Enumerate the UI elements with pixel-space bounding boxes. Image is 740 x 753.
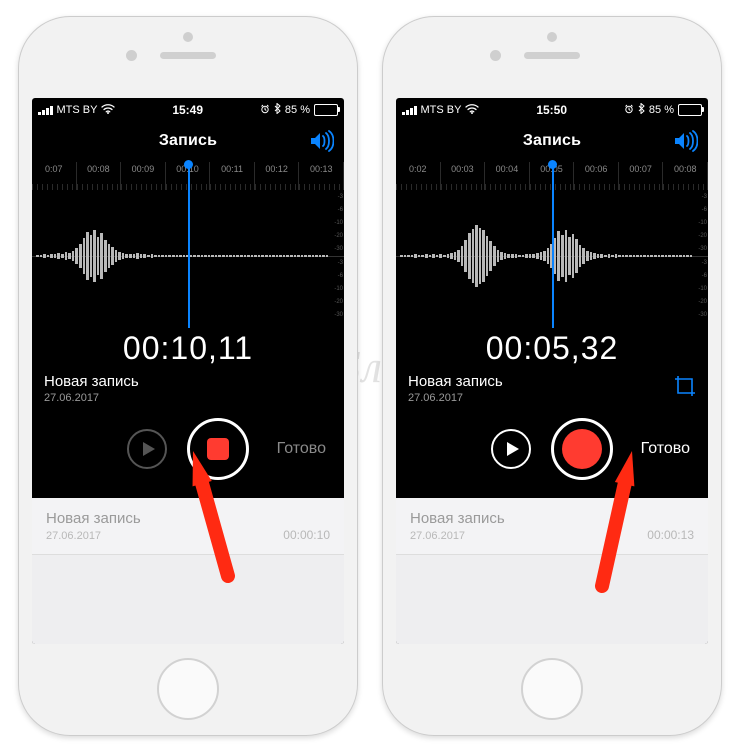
carrier-label: MTS BY <box>421 104 462 116</box>
screen: MTS BY 15:49 85 % Запись 0:0700:0800:09 0… <box>32 98 344 644</box>
list-item-duration: 00:00:10 <box>283 510 330 542</box>
playhead[interactable] <box>552 162 554 328</box>
recording-title: Новая запись <box>44 373 139 390</box>
record-indicator-icon <box>562 429 602 469</box>
nav-bar: Запись <box>32 120 344 162</box>
list-item[interactable]: Новая запись 27.06.2017 00:00:10 <box>32 498 344 555</box>
home-button[interactable] <box>521 658 583 720</box>
wifi-icon <box>101 104 115 117</box>
front-camera <box>490 50 501 61</box>
recording-meta: Новая запись 27.06.2017 <box>396 373 708 410</box>
ruler-tick: 00:09 <box>121 162 166 190</box>
statusbar-time: 15:49 <box>172 103 203 117</box>
elapsed-timer: 00:10,11 <box>32 322 344 373</box>
screen: MTS BY 15:50 85 % Запись 0:0200:0300:04 0… <box>396 98 708 644</box>
crop-icon[interactable] <box>674 375 696 402</box>
status-bar: MTS BY 15:50 85 % <box>396 98 708 120</box>
elapsed-timer: 00:05,32 <box>396 322 708 373</box>
statusbar-time: 15:50 <box>536 103 567 117</box>
list-item-date: 27.06.2017 <box>410 530 505 542</box>
controls-row: Готово <box>396 410 708 498</box>
wifi-icon <box>465 104 479 117</box>
battery-pct: 85 % <box>285 104 310 116</box>
waveform <box>32 212 332 300</box>
phone-frame: MTS BY 15:49 85 % Запись 0:0700:0800:09 0… <box>18 16 358 736</box>
record-button[interactable] <box>551 418 613 480</box>
battery-pct: 85 % <box>649 104 674 116</box>
play-button[interactable] <box>491 429 531 469</box>
controls-row: Готово <box>32 410 344 498</box>
list-item-title: Новая запись <box>410 510 505 527</box>
playhead[interactable] <box>188 162 190 328</box>
recordings-list: Новая запись 27.06.2017 00:00:10 <box>32 498 344 644</box>
speaker-output-icon[interactable] <box>308 130 334 157</box>
ruler-tick: 00:06 <box>574 162 619 190</box>
ruler-tick: 00:04 <box>485 162 530 190</box>
record-button[interactable] <box>187 418 249 480</box>
battery-icon <box>314 104 338 116</box>
nav-bar: Запись <box>396 120 708 162</box>
ruler-tick: 00:08 <box>77 162 122 190</box>
front-camera <box>126 50 137 61</box>
alarm-icon <box>260 104 270 117</box>
done-button[interactable]: Готово <box>641 440 690 458</box>
home-button[interactable] <box>157 658 219 720</box>
ruler-tick: 0:02 <box>396 162 441 190</box>
ruler-tick: 00:07 <box>619 162 664 190</box>
nav-title: Запись <box>523 132 581 150</box>
status-bar: MTS BY 15:49 85 % <box>32 98 344 120</box>
waveform-area[interactable]: -3-6-10-20-30-3-6-10-20-30 <box>32 190 344 322</box>
speaker-output-icon[interactable] <box>672 130 698 157</box>
bluetooth-icon <box>274 103 281 117</box>
ruler-tick: 0:07 <box>32 162 77 190</box>
done-button: Готово <box>277 440 326 458</box>
recording-title: Новая запись <box>408 373 503 390</box>
recording-date: 27.06.2017 <box>408 392 503 404</box>
waveform-area[interactable]: -3-6-10-20-30-3-6-10-20-30 <box>396 190 708 322</box>
ruler-tick: 00:08 <box>663 162 708 190</box>
phone-frame: MTS BY 15:50 85 % Запись 0:0200:0300:04 0… <box>382 16 722 736</box>
play-button <box>127 429 167 469</box>
ruler-tick: 00:03 <box>441 162 486 190</box>
recordings-list: Новая запись 27.06.2017 00:00:13 <box>396 498 708 644</box>
recording-date: 27.06.2017 <box>44 392 139 404</box>
db-scale: -3-6-10-20-30-3-6-10-20-30 <box>328 190 344 322</box>
alarm-icon <box>624 104 634 117</box>
waveform <box>396 212 696 300</box>
bluetooth-icon <box>638 103 645 117</box>
battery-icon <box>678 104 702 116</box>
signal-icon <box>38 106 53 115</box>
earpiece-speaker <box>160 52 216 59</box>
list-item-duration: 00:00:13 <box>647 510 694 542</box>
ruler-tick: 00:12 <box>255 162 300 190</box>
db-scale: -3-6-10-20-30-3-6-10-20-30 <box>692 190 708 322</box>
signal-icon <box>402 106 417 115</box>
recording-meta: Новая запись 27.06.2017 <box>32 373 344 410</box>
list-item[interactable]: Новая запись 27.06.2017 00:00:13 <box>396 498 708 555</box>
list-item-date: 27.06.2017 <box>46 530 141 542</box>
list-item-title: Новая запись <box>46 510 141 527</box>
proximity-sensor <box>547 32 557 42</box>
record-indicator-icon <box>207 438 229 460</box>
earpiece-speaker <box>524 52 580 59</box>
carrier-label: MTS BY <box>57 104 98 116</box>
ruler-tick: 00:11 <box>210 162 255 190</box>
nav-title: Запись <box>159 132 217 150</box>
proximity-sensor <box>183 32 193 42</box>
ruler-tick: 00:13 <box>299 162 344 190</box>
